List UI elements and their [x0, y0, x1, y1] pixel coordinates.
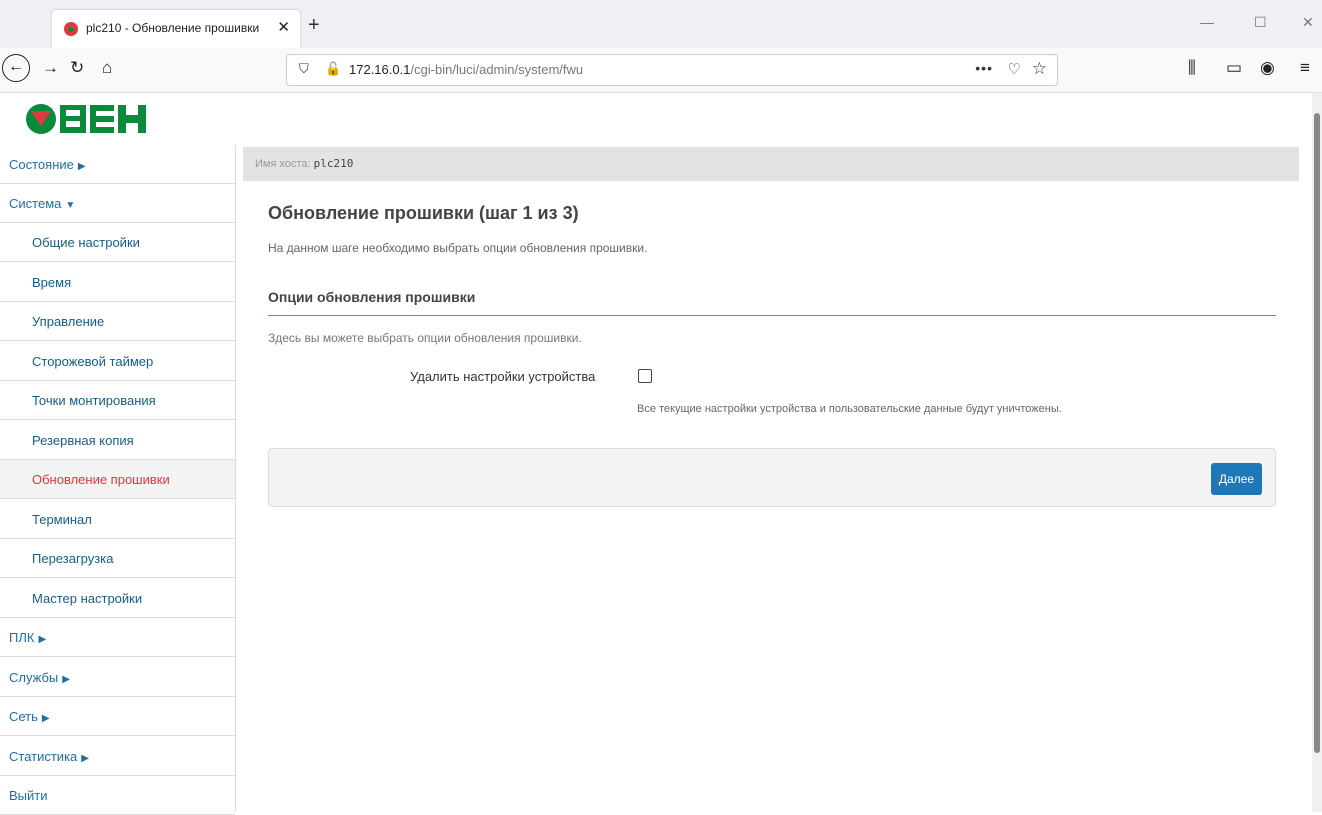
sidebar-item-label: Состояние — [9, 157, 74, 172]
sidebar-item-system[interactable]: Система ▼ — [0, 184, 235, 223]
tab-close-icon[interactable]: ✕ — [277, 18, 290, 36]
hostname-value: plc210 — [313, 157, 354, 170]
section-divider — [268, 315, 1276, 316]
pocket-icon[interactable]: ♡ — [1008, 60, 1021, 78]
shield-icon[interactable]: ⛉ — [299, 61, 309, 77]
sidebar-item-label: Резервная копия — [32, 433, 134, 448]
sidebar-item-label: Сеть — [9, 709, 38, 724]
bookmark-star-icon[interactable]: ☆ — [1032, 59, 1047, 79]
oven-logo[interactable] — [24, 102, 174, 136]
caret-right-icon: ▶ — [62, 674, 70, 685]
url-host: 172.16.0.1 — [349, 62, 411, 77]
sidebar-item-label: Статистика — [9, 749, 78, 764]
close-window-icon[interactable]: ✕ — [1302, 14, 1314, 31]
sidebar-item-label: Обновление прошивки — [32, 472, 170, 487]
sidebar-item-label: Перезагрузка — [32, 551, 114, 566]
back-icon[interactable]: ← — [2, 54, 30, 82]
tab-title: plc210 - Обновление прошивки — [86, 21, 260, 35]
page-description: На данном шаге необходимо выбрать опции … — [268, 241, 648, 255]
caret-right-icon: ▶ — [81, 753, 89, 764]
sidebar-item-label: Сторожевой таймер — [32, 354, 154, 369]
sidebar-item-general-settings[interactable]: Общие настройки — [0, 223, 235, 262]
sidebar-item-reboot[interactable]: Перезагрузка — [0, 539, 235, 578]
caret-down-icon: ▼ — [65, 200, 76, 211]
delete-settings-hint: Все текущие настройки устройства и польз… — [637, 403, 1062, 415]
sidebar-item-mount-points[interactable]: Точки монтирования — [0, 381, 235, 420]
sidebar-item-label: Время — [32, 275, 72, 290]
action-bar: Далее — [268, 448, 1276, 507]
maximize-icon[interactable]: ☐ — [1254, 14, 1267, 31]
browser-tab-bar: plc210 - Обновление прошивки ✕ + — ☐ ✕ — [0, 0, 1322, 48]
forward-icon[interactable]: → — [42, 58, 59, 78]
url-path: /cgi-bin/luci/admin/system/fwu — [410, 62, 584, 77]
sidebar-item-statistics[interactable]: Статистика ▶ — [0, 737, 235, 776]
browser-navigation-bar: ← → ↻ ⌂ ⛉ 🔓 172.16.0.1/cgi-bin/luci/admi… — [0, 48, 1322, 93]
sidebar-icon[interactable]: ▭ — [1226, 58, 1242, 78]
sidebar-item-watchdog[interactable]: Сторожевой таймер — [0, 342, 235, 381]
sidebar-item-management[interactable]: Управление — [0, 302, 235, 341]
sidebar-item-label: Выйти — [9, 788, 48, 803]
home-icon[interactable]: ⌂ — [102, 58, 112, 78]
browser-tab[interactable]: plc210 - Обновление прошивки ✕ — [52, 10, 300, 48]
sidebar-item-setup-wizard[interactable]: Мастер настройки — [0, 579, 235, 618]
address-bar[interactable]: ⛉ 🔓 172.16.0.1/cgi-bin/luci/admin/system… — [286, 54, 1058, 86]
page-title: Обновление прошивки (шаг 1 из 3) — [268, 203, 579, 223]
account-icon[interactable]: ◉ — [1260, 58, 1275, 78]
delete-settings-checkbox[interactable] — [638, 369, 652, 383]
sidebar-item-label: Мастер настройки — [32, 591, 143, 606]
sidebar-item-time[interactable]: Время — [0, 263, 235, 302]
hostname-bar: Имя хоста: plc210 — [243, 147, 1299, 181]
library-icon[interactable]: ⫼ — [1188, 58, 1196, 78]
sidebar-item-label: Система — [9, 196, 62, 211]
next-button[interactable]: Далее — [1210, 463, 1262, 495]
minimize-icon[interactable]: — — [1200, 14, 1214, 30]
insecure-lock-icon[interactable]: 🔓 — [325, 61, 341, 77]
sidebar-item-services[interactable]: Службы ▶ — [0, 658, 235, 697]
page-actions-icon[interactable]: ••• — [975, 60, 993, 76]
hostname-label: Имя хоста: — [255, 158, 311, 170]
page-scrollbar[interactable] — [1312, 93, 1322, 812]
url-text[interactable]: 172.16.0.1/cgi-bin/luci/admin/system/fwu — [349, 62, 583, 77]
sidebar-item-firmware-update[interactable]: Обновление прошивки — [0, 460, 235, 499]
sidebar-item-network[interactable]: Сеть ▶ — [0, 697, 235, 736]
sidebar-item-backup[interactable]: Резервная копия — [0, 421, 235, 460]
reload-icon[interactable]: ↻ — [70, 58, 84, 78]
sidebar-item-status[interactable]: Состояние ▶ — [0, 145, 235, 184]
sidebar-item-terminal[interactable]: Терминал — [0, 500, 235, 539]
sidebar-item-label: Точки монтирования — [32, 393, 156, 408]
menu-icon[interactable]: ≡ — [1300, 58, 1310, 78]
sidebar-item-label: Управление — [32, 314, 105, 329]
delete-settings-label[interactable]: Удалить настройки устройства — [410, 369, 595, 384]
sidebar-item-label: ПЛК — [9, 630, 35, 645]
scrollbar-thumb[interactable] — [1314, 113, 1320, 753]
new-tab-icon[interactable]: + — [308, 14, 320, 37]
sidebar-item-label: Службы — [9, 670, 59, 685]
site-favicon-icon — [64, 22, 78, 36]
section-title: Опции обновления прошивки — [268, 289, 476, 305]
sidebar-menu: Состояние ▶ Система ▼ Общие настройки Врем… — [0, 145, 236, 815]
sidebar-item-label: Терминал — [32, 512, 92, 527]
section-description: Здесь вы можете выбрать опции обновления… — [268, 331, 582, 345]
sidebar-item-plc[interactable]: ПЛК ▶ — [0, 618, 235, 657]
sidebar-item-logout[interactable]: Выйти — [0, 776, 235, 815]
sidebar-item-label: Общие настройки — [32, 235, 140, 250]
caret-right-icon: ▶ — [77, 161, 86, 172]
caret-right-icon: ▶ — [41, 713, 50, 724]
page-header — [0, 93, 1312, 145]
caret-right-icon: ▶ — [38, 634, 47, 645]
